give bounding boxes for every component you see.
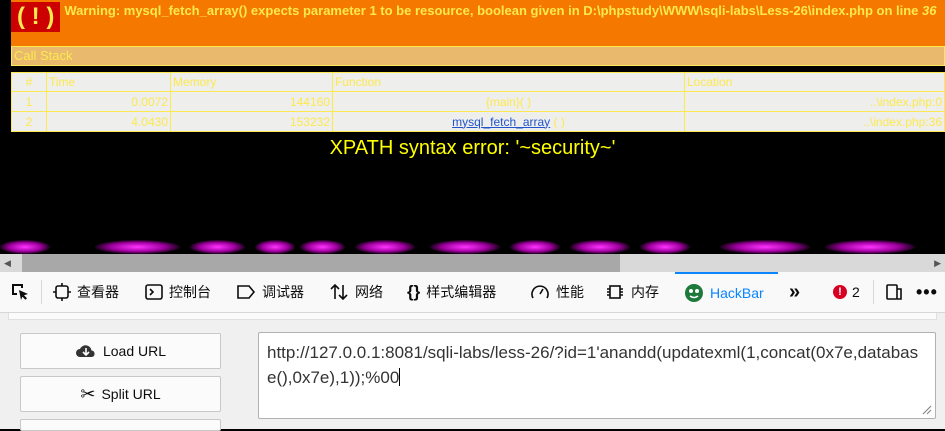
background-glow xyxy=(720,240,810,254)
background-glow xyxy=(255,240,295,254)
style-editor-icon: {} xyxy=(407,282,421,301)
tab-label: HackBar xyxy=(710,285,764,301)
background-glow xyxy=(430,240,500,254)
toolbar-separator xyxy=(873,280,874,304)
background-glow xyxy=(640,240,690,254)
row-time: 4.0430 xyxy=(46,111,171,132)
memory-icon xyxy=(607,285,623,299)
error-count: 2 xyxy=(852,284,860,300)
hackbar-icon xyxy=(685,284,703,302)
table-row: 1 0.0072 144160 {main}( ) ..\index.php:0 xyxy=(11,91,945,112)
function-suffix: ( ) xyxy=(550,114,565,129)
url-textarea[interactable]: http://127.0.0.1:8081/sqli-labs/less-26/… xyxy=(258,332,936,419)
col-memory: Memory xyxy=(170,72,333,92)
hackbar-menu-bar xyxy=(8,313,937,320)
horizontal-scrollbar[interactable]: ◀ ▶ xyxy=(0,254,945,272)
text-cursor xyxy=(399,368,401,386)
tab-style-editor[interactable]: {} 样式编辑器 xyxy=(407,272,496,312)
scissors-icon: ✂ xyxy=(80,383,96,404)
url-value: http://127.0.0.1:8081/sqli-labs/less-26/… xyxy=(267,343,919,387)
pick-element-icon xyxy=(12,284,28,300)
dock-toggle-button[interactable] xyxy=(885,272,903,312)
tab-performance[interactable]: 性能 xyxy=(530,272,584,312)
call-stack-table: # Time Memory Function Location 1 0.0072… xyxy=(11,72,945,132)
tab-inspector[interactable]: 查看器 xyxy=(53,272,119,312)
performance-icon xyxy=(531,285,549,299)
tab-label: 内存 xyxy=(631,284,659,300)
background-glow xyxy=(0,240,50,254)
error-count-button[interactable]: ! 2 xyxy=(833,272,860,312)
background-glow xyxy=(190,240,245,254)
scroll-right-icon[interactable]: ▶ xyxy=(934,258,941,269)
col-number: # xyxy=(11,72,47,92)
devtools-toolbar: 查看器 控制台 调试器 网络 {} 样式编辑器 性能 内存 HackBar » … xyxy=(0,272,945,313)
tab-label: 调试器 xyxy=(262,284,304,300)
table-row: 2 4.0430 153232 mysql_fetch_array ( ) ..… xyxy=(11,111,945,132)
warning-line-number: 36 xyxy=(922,3,937,18)
load-url-label: Load URL xyxy=(102,343,167,359)
responsive-design-icon xyxy=(886,284,902,300)
function-link[interactable]: mysql_fetch_array xyxy=(452,115,550,129)
scroll-left-icon[interactable]: ◀ xyxy=(4,258,11,269)
more-tabs-button[interactable]: » xyxy=(789,272,800,312)
col-time: Time xyxy=(46,72,171,92)
row-number: 1 xyxy=(11,91,47,112)
background-glow xyxy=(570,240,630,254)
tab-hackbar[interactable]: HackBar xyxy=(675,272,778,312)
split-url-button[interactable]: ✂ Split URL xyxy=(20,376,221,412)
background-glow xyxy=(825,240,915,254)
tab-label: 网络 xyxy=(355,284,383,300)
call-stack-title: Call Stack xyxy=(11,46,945,66)
warning-icon: ( ! ) xyxy=(11,2,61,32)
more-options-icon: ••• xyxy=(916,281,938,302)
row-function: mysql_fetch_array ( ) xyxy=(332,111,685,132)
warning-message: Warning: mysql_fetch_array() expects par… xyxy=(64,3,919,18)
tab-debugger[interactable]: 调试器 xyxy=(236,272,304,312)
load-url-button[interactable]: Load URL xyxy=(20,333,221,369)
background-glow xyxy=(300,240,345,254)
inspector-icon xyxy=(53,283,71,301)
row-function: {main}( ) xyxy=(332,91,685,112)
xpath-error-text: XPATH syntax error: '~security~' xyxy=(329,137,616,159)
col-function: Function xyxy=(332,72,685,92)
row-location: ..\index.php:0 xyxy=(684,91,945,112)
options-menu-button[interactable]: ••• xyxy=(916,272,938,312)
background-glow xyxy=(510,240,560,254)
warning-header: ( ! ) Warning: mysql_fetch_array() expect… xyxy=(11,0,945,46)
chevron-double-right-icon: » xyxy=(789,280,801,303)
tab-label: 控制台 xyxy=(169,284,211,300)
execute-button[interactable] xyxy=(20,419,221,431)
tab-memory[interactable]: 内存 xyxy=(605,272,659,312)
network-icon xyxy=(330,283,348,301)
row-memory: 153232 xyxy=(170,111,333,132)
scrollbar-thumb[interactable] xyxy=(22,254,620,272)
background-glow xyxy=(95,240,180,254)
row-location: ..\index.php:36 xyxy=(684,111,945,132)
pick-element-button[interactable] xyxy=(9,272,31,312)
col-location: Location xyxy=(684,72,945,92)
tab-console[interactable]: 控制台 xyxy=(145,272,211,312)
debugger-icon xyxy=(237,285,256,299)
call-stack-header-row: # Time Memory Function Location xyxy=(11,72,945,92)
row-time: 0.0072 xyxy=(46,91,171,112)
console-icon xyxy=(145,284,163,300)
background-glow xyxy=(355,240,415,254)
tab-label: 样式编辑器 xyxy=(426,284,497,300)
page-content: ( ! ) Warning: mysql_fetch_array() expect… xyxy=(0,0,945,254)
xdebug-error-table: ( ! ) Warning: mysql_fetch_array() expect… xyxy=(11,0,945,66)
row-number: 2 xyxy=(11,111,47,132)
tab-network[interactable]: 网络 xyxy=(329,272,383,312)
tab-label: 查看器 xyxy=(77,284,119,300)
toolbar-separator xyxy=(41,280,42,304)
split-url-label: Split URL xyxy=(101,386,161,402)
error-icon: ! xyxy=(833,285,847,299)
cloud-download-icon xyxy=(75,345,95,357)
row-memory: 144160 xyxy=(170,91,333,112)
tab-label: 性能 xyxy=(556,284,584,300)
resize-handle-icon[interactable] xyxy=(920,403,932,415)
